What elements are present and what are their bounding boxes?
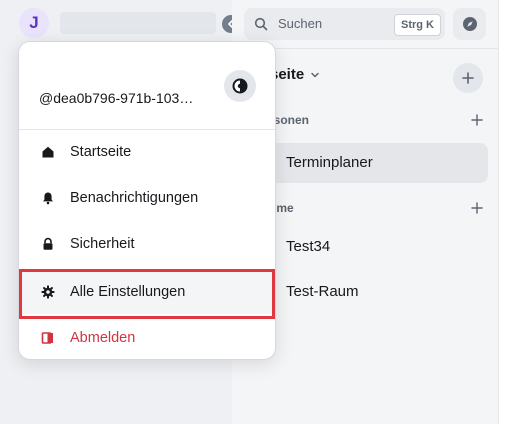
- home-icon: [42, 146, 54, 158]
- room-name: Test-Raum: [286, 283, 359, 300]
- lock-icon: [43, 237, 53, 250]
- search-shortcut-hint: Strg K: [394, 14, 441, 36]
- room-name: Terminplaner: [286, 154, 373, 171]
- contrast-icon: [232, 78, 248, 94]
- menu-item-label: Startseite: [70, 144, 132, 160]
- room-name: Test34: [286, 238, 331, 255]
- menu-item-notifications[interactable]: Benachrichtigungen: [20, 176, 274, 220]
- menu-item-label: Sicherheit: [70, 236, 135, 252]
- add-people-icon[interactable]: [471, 114, 483, 126]
- menu-item-home[interactable]: Startseite: [20, 130, 274, 174]
- compass-icon: [462, 17, 477, 31]
- user-avatar[interactable]: J: [19, 8, 49, 38]
- chevron-down-icon: [311, 72, 319, 77]
- gear-icon: [41, 285, 55, 299]
- plus-icon: [462, 72, 474, 84]
- menu-item-all-settings[interactable]: Alle Einstellungen: [20, 270, 274, 314]
- sign-out-icon: [41, 332, 53, 344]
- menu-item-security[interactable]: Sicherheit: [20, 222, 274, 266]
- menu-item-label: Benachrichtigungen: [70, 190, 199, 206]
- user-id-label: @dea0b796-971b-103…: [39, 90, 194, 106]
- theme-toggle-button[interactable]: [224, 70, 256, 102]
- main-content-edge: [498, 0, 511, 424]
- menu-item-sign-out[interactable]: Abmelden: [20, 316, 274, 360]
- add-room-button[interactable]: [453, 63, 483, 93]
- search-input[interactable]: Suchen Strg K: [244, 8, 445, 40]
- menu-item-label: Alle Einstellungen: [70, 284, 186, 300]
- search-placeholder: Suchen: [278, 16, 323, 31]
- explore-rooms-button[interactable]: [453, 8, 486, 40]
- menu-item-label: Abmelden: [70, 330, 136, 346]
- user-menu: @dea0b796-971b-103… Startseite Benachric…: [18, 41, 276, 360]
- search-icon: [254, 17, 268, 31]
- space-panel-header: [60, 12, 216, 34]
- add-room-icon[interactable]: [471, 202, 483, 214]
- avatar-letter: J: [29, 13, 39, 32]
- bell-icon: [43, 192, 53, 205]
